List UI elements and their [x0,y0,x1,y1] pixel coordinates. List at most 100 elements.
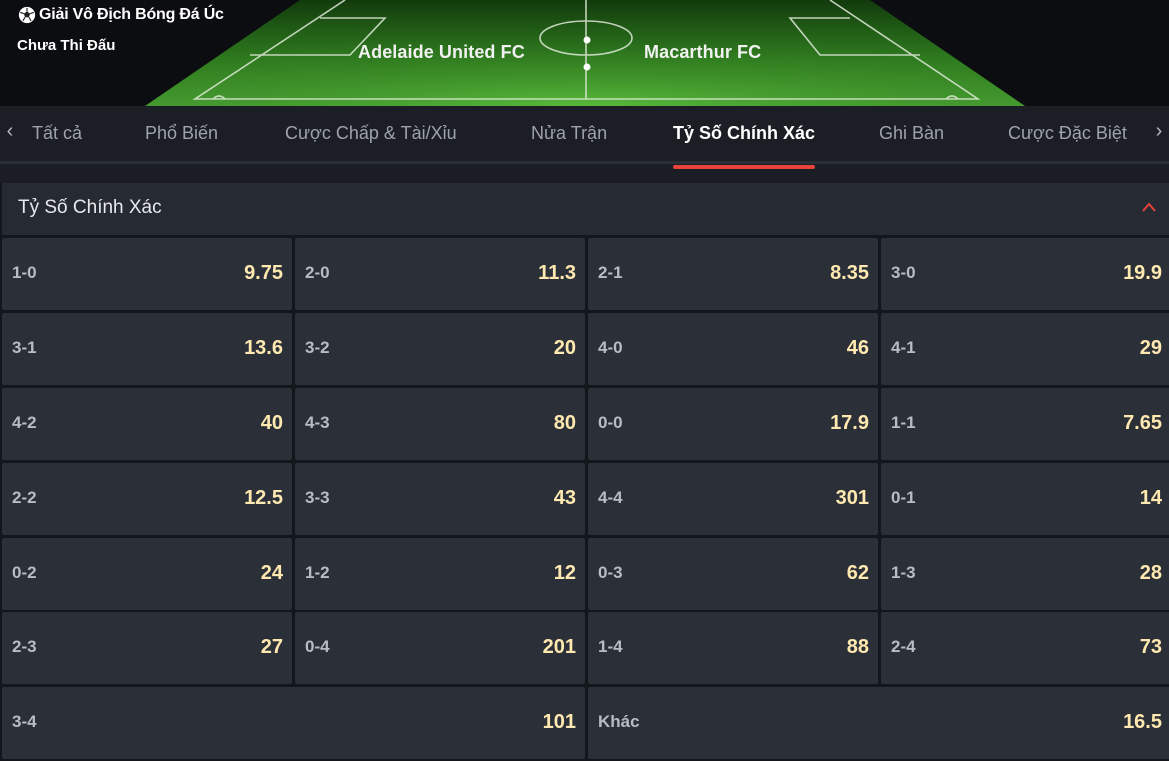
score-label: 1-0 [12,263,37,282]
score-label: 1-4 [598,637,623,656]
odds-cell[interactable]: 4-1 29 [881,313,1169,385]
panel-header[interactable]: Tỷ Số Chính Xác [2,183,1169,235]
score-label: 4-3 [305,413,330,432]
odds-cell[interactable]: 1-0 9.75 [2,238,292,310]
score-label: 0-3 [598,563,623,582]
tab-correct-score-label: Tỷ Số Chính Xác [673,123,816,143]
panel-title: Tỷ Số Chính Xác [18,197,162,218]
market-tabs: ‹ Tất cả Phổ Biến Cược Chấp & Tài/Xỉu Nử… [0,106,1169,169]
odds-value: 24 [260,562,283,584]
odds-value: 11.3 [538,262,576,284]
odds-cell[interactable]: 1-4 88 [588,612,878,684]
score-label: 3-2 [305,338,330,357]
odds-cell[interactable]: 3-4 101 [2,687,585,759]
odds-cell[interactable]: 0-3 62 [588,538,878,610]
odds-cell[interactable]: 3-0 19.9 [881,238,1169,310]
score-label: 0-4 [305,637,330,656]
match-header: Giải Vô Địch Bóng Đá Úc Chưa Thi Đấu Ade… [0,0,1169,106]
score-label: 0-0 [598,413,623,432]
score-label: Khác [598,712,640,731]
odds-value: 12.5 [244,487,283,509]
odds-cell[interactable]: 3-3 43 [295,463,585,535]
tab-specials[interactable]: Cược Đặc Biệt [1008,106,1127,166]
score-label: 2-1 [598,263,623,282]
odds-value: 14 [1139,487,1162,509]
score-label: 1-2 [305,563,330,582]
league-title: Giải Vô Địch Bóng Đá Úc [18,6,224,24]
odds-value: 46 [846,337,869,359]
odds-value: 40 [260,412,283,434]
odds-cell[interactable]: 1-2 12 [295,538,585,610]
tabs-divider [0,161,1169,164]
odds-cell[interactable]: 1-3 28 [881,538,1169,610]
odds-value: 16.5 [1123,711,1162,733]
chevron-left-icon[interactable]: ‹ [0,120,20,143]
odds-cell[interactable]: 1-1 7.65 [881,388,1169,460]
score-label: 1-1 [891,413,916,432]
tab-handicap-over-under[interactable]: Cược Chấp & Tài/Xỉu [285,106,457,166]
odds-value: 101 [542,711,576,733]
tab-correct-score[interactable]: Tỷ Số Chính Xác [673,106,816,169]
score-label: 2-0 [305,263,330,282]
odds-value: 62 [846,562,869,584]
odds-value: 43 [553,487,576,509]
odds-cell[interactable]: 0-2 24 [2,538,292,610]
odds-value: 13.6 [244,337,283,359]
tab-goalscorer[interactable]: Ghi Bàn [879,106,944,166]
odds-cell[interactable]: 2-3 27 [2,612,292,684]
odds-value: 80 [553,412,576,434]
score-label: 3-1 [12,338,37,357]
match-status: Chưa Thi Đấu [17,37,116,54]
score-label: 4-0 [598,338,623,357]
odds-cell[interactable]: 4-4 301 [588,463,878,535]
away-team-name: Macarthur FC [644,42,762,62]
correct-score-panel: Tỷ Số Chính Xác 1-0 9.75 2-0 11.3 2-1 8.35 3-0… [0,183,1169,761]
odds-value: 20 [553,337,576,359]
odds-value: 201 [542,636,576,658]
odds-cell[interactable]: 4-0 46 [588,313,878,385]
score-label: 3-0 [891,263,916,282]
odds-cell[interactable]: 3-2 20 [295,313,585,385]
score-label: 2-3 [12,637,37,656]
score-label: 4-1 [891,338,916,357]
odds-cell[interactable]: 2-2 12.5 [2,463,292,535]
score-label: 3-4 [12,712,37,731]
home-team-name: Adelaide United FC [358,42,525,62]
odds-value: 19.9 [1123,262,1162,284]
odds-value: 12 [553,562,576,584]
score-label: 4-2 [12,413,37,432]
odds-cell[interactable]: Khác 16.5 [588,687,1169,759]
odds-cell[interactable]: 0-1 14 [881,463,1169,535]
odds-value: 88 [846,636,869,658]
chevron-right-icon[interactable]: › [1149,120,1169,143]
odds-cell[interactable]: 3-1 13.6 [2,313,292,385]
tab-all[interactable]: Tất cả [32,106,82,166]
odds-cell[interactable]: 4-2 40 [2,388,292,460]
score-label: 3-3 [305,488,330,507]
odds-cell[interactable]: 2-0 11.3 [295,238,585,310]
odds-cell[interactable]: 0-0 17.9 [588,388,878,460]
odds-value: 27 [260,636,283,658]
score-label: 0-2 [12,563,37,582]
tab-half-time[interactable]: Nửa Trận [531,106,607,166]
score-label: 2-2 [12,488,37,507]
odds-value: 17.9 [830,412,869,434]
score-label: 4-4 [598,488,623,507]
odds-value: 28 [1139,562,1162,584]
score-label: 2-4 [891,637,916,656]
tab-popular[interactable]: Phổ Biến [145,106,218,166]
active-tab-indicator [673,165,816,169]
odds-value: 7.65 [1123,412,1162,434]
chevron-up-icon[interactable] [1141,201,1157,213]
odds-cell[interactable]: 2-1 8.35 [588,238,878,310]
soccer-ball-icon [18,6,36,24]
odds-cell[interactable]: 0-4 201 [295,612,585,684]
odds-value: 8.35 [830,262,869,284]
odds-cell[interactable]: 4-3 80 [295,388,585,460]
odds-cell[interactable]: 2-4 73 [881,612,1169,684]
score-label: 0-1 [891,488,916,507]
odds-value: 29 [1139,337,1162,359]
odds-value: 301 [835,487,869,509]
odds-value: 73 [1139,636,1162,658]
score-label: 1-3 [891,563,916,582]
